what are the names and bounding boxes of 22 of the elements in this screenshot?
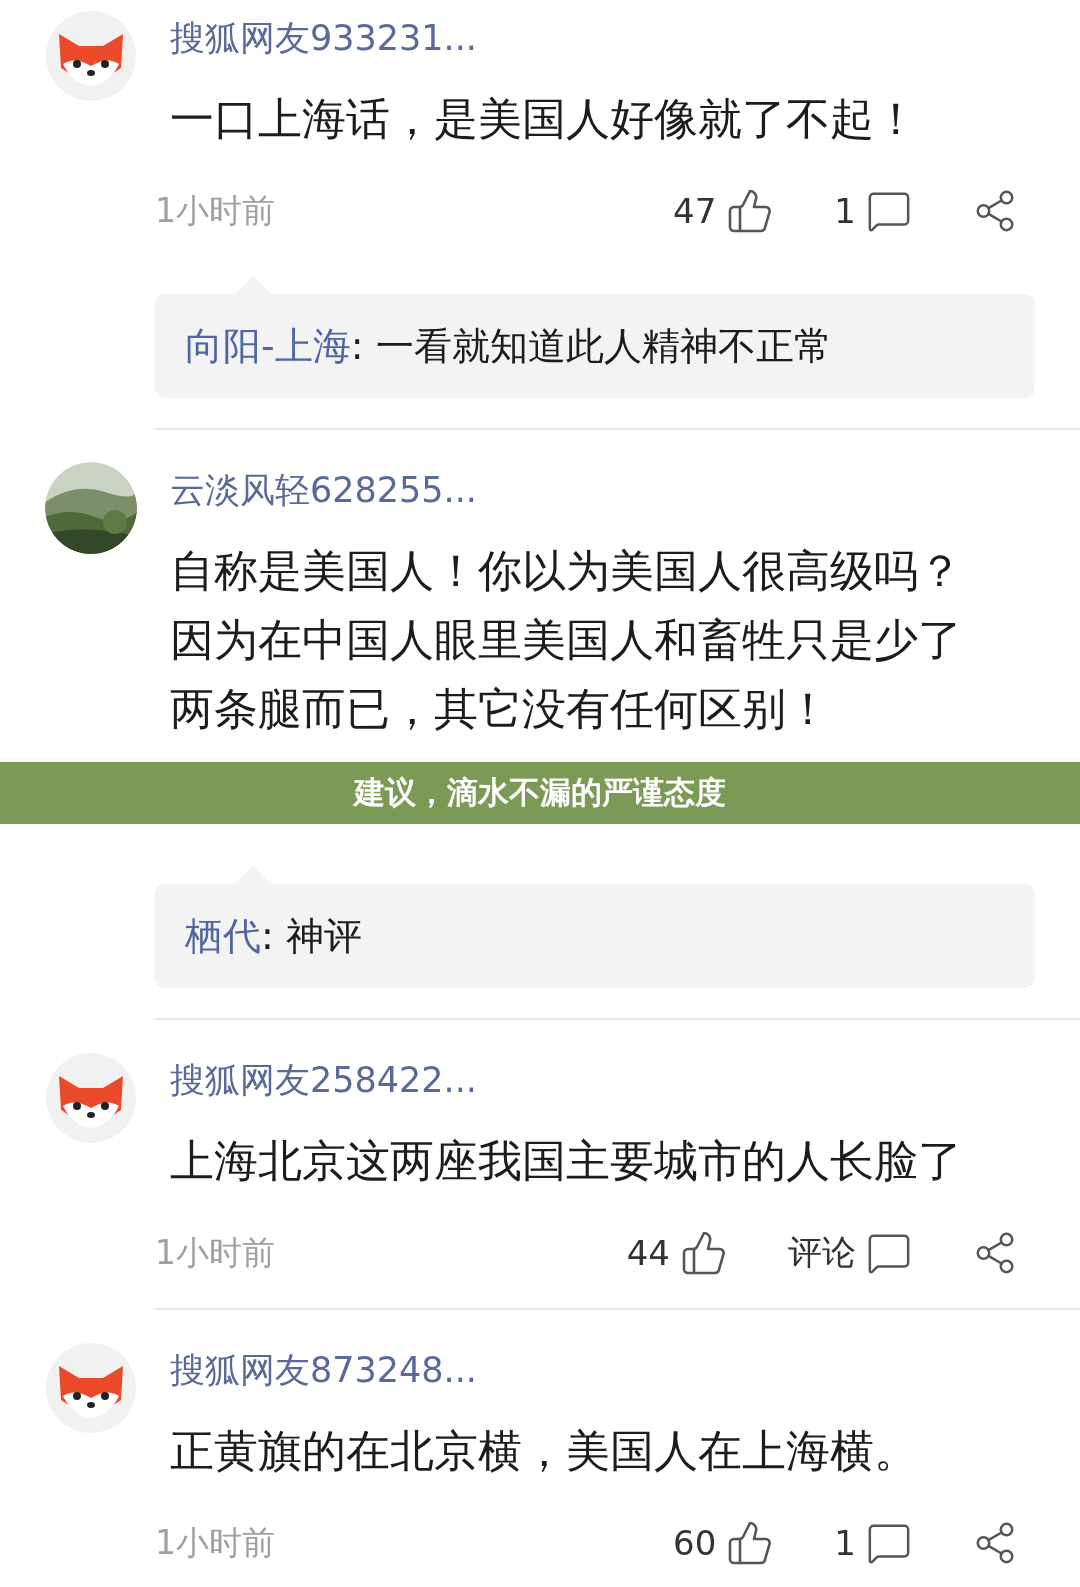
comment-text: 两条腿而已，其它没有任何区别！ <box>170 682 831 736</box>
user-name[interactable]: 搜狐网友933231... <box>170 8 1080 68</box>
comment-text: 因为在中国人眼里美国人和畜牲只是少了 <box>170 613 963 667</box>
comment-text: 一口上海话，是美国人好像就了不起！ <box>170 92 919 146</box>
user-name[interactable]: 搜狐网友258422... <box>170 1050 1080 1110</box>
like-count: 44 <box>626 1233 670 1273</box>
reply-text: 向阳-上海: 一看就知道此人精神不正常 <box>185 322 832 370</box>
comment-text: 上海北京这两座我国主要城市的人长脸了 <box>170 1134 963 1188</box>
timestamp: 1小时前 <box>155 1521 276 1564</box>
reply-count: 评论 <box>788 1231 856 1274</box>
like-count: 47 <box>673 191 717 231</box>
timestamp: 1小时前 <box>155 189 276 232</box>
reply-count: 1 <box>834 1523 856 1563</box>
caption-banner: 建议，滴水不漏的严谨态度 <box>0 762 1080 824</box>
reply-count: 1 <box>834 191 856 231</box>
comment-text: 正黄旗的在北京横，美国人在上海横。 <box>170 1424 919 1478</box>
user-name[interactable]: 搜狐网友873248... <box>170 1340 1080 1400</box>
timestamp: 1小时前 <box>155 1231 276 1274</box>
reply-text: 栖代: 神评 <box>185 912 362 960</box>
comment-text: 自称是美国人！你以为美国人很高级吗？ <box>170 544 963 598</box>
like-count: 60 <box>673 1523 717 1563</box>
user-name[interactable]: 云淡风轻628255... <box>170 460 1080 520</box>
